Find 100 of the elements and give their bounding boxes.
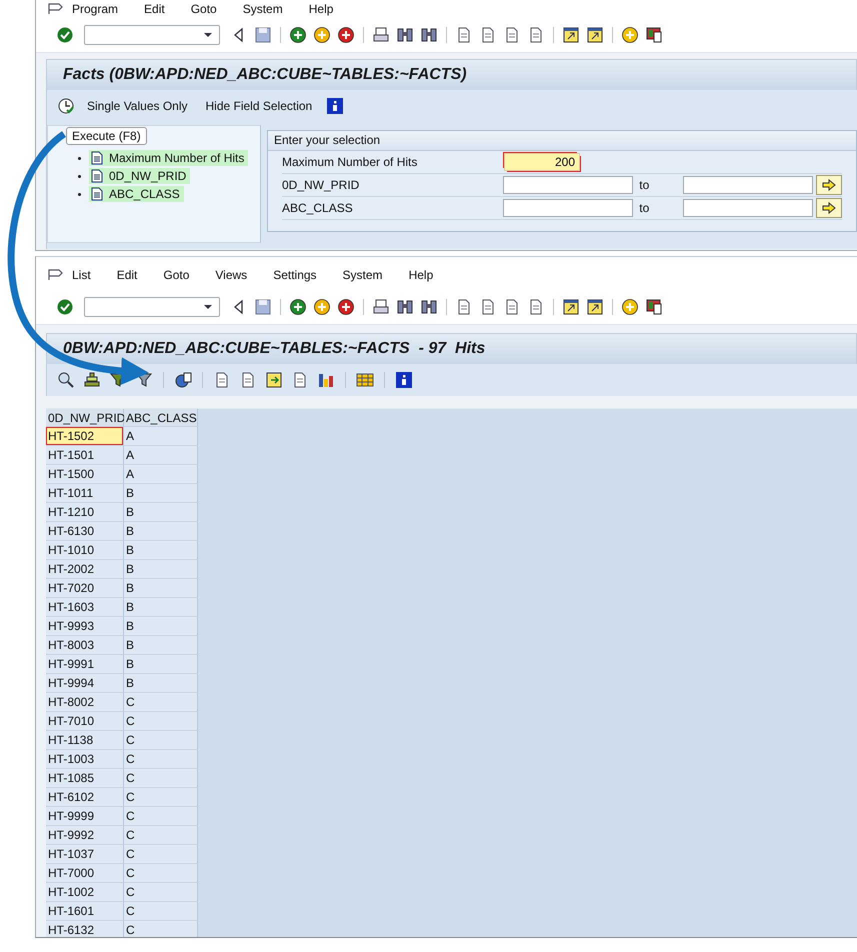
input-field[interactable]: 200 <box>504 153 580 171</box>
menu-item[interactable]: Goto <box>163 268 190 282</box>
find-icon[interactable] <box>396 26 414 44</box>
tree-item-label: 0D_NW_PRID <box>109 169 186 183</box>
menu-item[interactable]: Edit <box>116 268 138 282</box>
input-field[interactable] <box>683 199 814 217</box>
group-title: Enter your selection <box>268 131 856 151</box>
bullet-icon <box>78 156 81 160</box>
layout-icon[interactable] <box>645 26 663 44</box>
menu-item[interactable]: Help <box>408 268 434 282</box>
chart-icon[interactable] <box>317 371 335 389</box>
multiple-selection-button[interactable] <box>816 175 842 195</box>
input-field[interactable] <box>503 199 634 217</box>
document-icon <box>91 169 103 183</box>
table-cell: HT-2002 <box>46 560 124 579</box>
print-icon[interactable] <box>372 26 390 44</box>
table-cell: HT-1210 <box>46 503 124 522</box>
save-icon[interactable] <box>254 298 272 316</box>
table-cell: HT-9992 <box>46 826 124 845</box>
table-cell: B <box>124 484 198 503</box>
toolbar-button[interactable]: Hide Field Selection <box>206 99 312 113</box>
table-cell: C <box>124 788 198 807</box>
shortcut-icon[interactable] <box>586 298 604 316</box>
table-cell: B <box>124 617 198 636</box>
checkmark-icon[interactable] <box>56 26 74 44</box>
magnifier-icon[interactable] <box>57 371 75 389</box>
menu-item[interactable]: Help <box>308 2 334 16</box>
input-field[interactable] <box>503 176 634 194</box>
table-cell: HT-1011 <box>46 484 124 503</box>
table-cell: HT-1010 <box>46 541 124 560</box>
toolbar-button[interactable]: Single Values Only <box>87 99 188 113</box>
multiple-selection-button[interactable] <box>816 198 842 218</box>
table-cell: B <box>124 674 198 693</box>
menu-item[interactable]: Settings <box>273 268 317 282</box>
info-icon[interactable] <box>395 371 413 389</box>
menu-item[interactable]: List <box>72 268 91 282</box>
execute-tooltip[interactable]: Execute (F8) <box>66 127 147 145</box>
arrow-icon <box>822 179 836 191</box>
table-cell: B <box>124 503 198 522</box>
layout-icon[interactable] <box>645 298 663 316</box>
table-cell: HT-1085 <box>46 769 124 788</box>
new-session-icon[interactable] <box>562 298 580 316</box>
shortcut-icon[interactable] <box>586 26 604 44</box>
field-label: 0D_NW_PRID <box>282 178 360 192</box>
table-cell: C <box>124 750 198 769</box>
tree-item[interactable]: ABC_CLASS <box>89 186 184 202</box>
table-cell: C <box>124 769 198 788</box>
new-session-icon[interactable] <box>562 26 580 44</box>
menu-item[interactable]: System <box>242 2 283 16</box>
table-cell: HT-8002 <box>46 693 124 712</box>
table-cell: B <box>124 579 198 598</box>
grid-icon[interactable] <box>356 371 374 389</box>
command-field[interactable] <box>84 25 220 45</box>
table-cell: C <box>124 864 198 883</box>
table-cell: A <box>124 446 198 465</box>
table-cell: HT-1002 <box>46 883 124 902</box>
table-cell: HT-9993 <box>46 617 124 636</box>
tree-item-label: ABC_CLASS <box>109 187 180 201</box>
table-cell: HT-6132 <box>46 921 124 937</box>
table-cell: C <box>124 845 198 864</box>
table-cell: C <box>124 883 198 902</box>
menu-item[interactable]: Views <box>215 268 248 282</box>
document-icon <box>91 151 103 165</box>
find-icon[interactable] <box>396 298 414 316</box>
command-field[interactable] <box>84 297 220 317</box>
export-icon[interactable] <box>265 371 283 389</box>
checkmark-icon[interactable] <box>56 298 74 316</box>
arrow-icon <box>822 202 836 214</box>
tree-item[interactable]: Maximum Number of Hits <box>89 150 248 166</box>
save-icon[interactable] <box>254 26 272 44</box>
menu-item[interactable]: Program <box>72 2 118 16</box>
table-cell: B <box>124 522 198 541</box>
table-cell: HT-8003 <box>46 636 124 655</box>
document-icon <box>91 187 103 201</box>
tree-item[interactable]: 0D_NW_PRID <box>89 168 190 184</box>
dropdown-icon[interactable] <box>203 304 213 310</box>
dropdown-icon[interactable] <box>203 32 213 38</box>
print-icon[interactable] <box>372 298 390 316</box>
find-next-icon[interactable] <box>420 26 438 44</box>
find-next-icon[interactable] <box>420 298 438 316</box>
execute-icon[interactable] <box>57 97 75 115</box>
list-title: 0BW:APD:NED_ABC:CUBE~TABLES:~FACTS - 97 Hits <box>63 340 486 358</box>
table-cell: B <box>124 636 198 655</box>
bullet-icon <box>78 192 81 196</box>
table-cell: HT-1037 <box>46 845 124 864</box>
menu-item[interactable]: Edit <box>144 2 165 16</box>
table-cell: HT-1138 <box>46 731 124 750</box>
to-label: to <box>638 178 650 192</box>
column-header[interactable]: 0D_NW_PRID <box>46 409 124 427</box>
menu-icon[interactable] <box>48 2 64 16</box>
screen-title: Facts (0BW:APD:NED_ABC:CUBE~TABLES:~FACTS) <box>63 66 467 84</box>
menu-item[interactable]: System <box>342 268 383 282</box>
menu-icon[interactable] <box>48 268 64 282</box>
sort-ascending-icon[interactable] <box>83 371 101 389</box>
menu-item[interactable]: Goto <box>190 2 217 16</box>
info-icon[interactable] <box>326 97 344 115</box>
table-cell: C <box>124 731 198 750</box>
input-field[interactable] <box>683 176 814 194</box>
table-cell: C <box>124 921 198 937</box>
column-header[interactable]: ABC_CLASS <box>124 409 198 427</box>
